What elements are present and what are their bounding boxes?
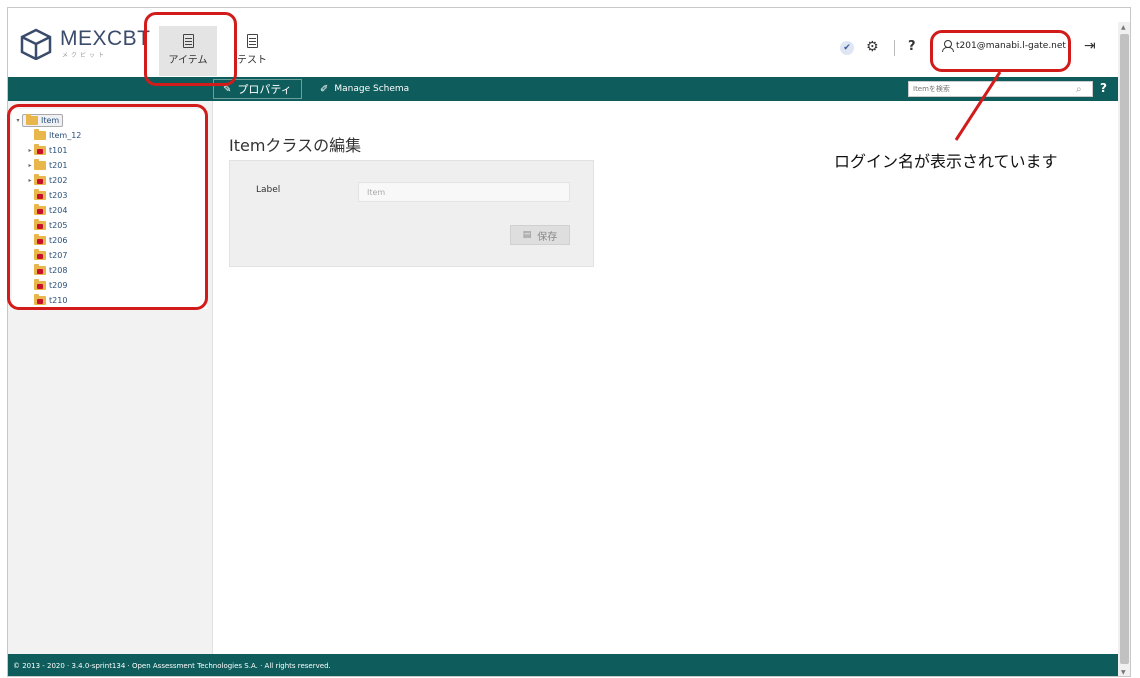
search-help-icon[interactable]: ? <box>1100 81 1107 95</box>
page-title: Itemクラスの編集 <box>229 136 362 155</box>
check-icon[interactable]: ✔ <box>840 41 854 55</box>
save-disk-icon: ▤ <box>522 230 532 240</box>
scroll-down-icon[interactable]: ▼ <box>1121 669 1126 676</box>
annotation-arrow <box>954 71 1002 141</box>
properties-label: プロパティ <box>237 83 292 96</box>
nav-tests-label: テスト <box>237 55 267 66</box>
logout-icon[interactable]: ⇥ <box>1084 38 1096 54</box>
label-field-label: Label <box>256 185 281 195</box>
gears-icon[interactable]: ⚙ <box>866 39 879 55</box>
scroll-thumb[interactable] <box>1120 34 1129 664</box>
annotation-note: ログイン名が表示されています <box>834 152 1058 171</box>
save-button[interactable]: ▤ 保存 <box>510 225 570 245</box>
help-icon[interactable]: ? <box>908 39 916 54</box>
logo-cube-icon <box>20 28 52 60</box>
edit-form: Label ▤ 保存 <box>229 160 594 267</box>
header-divider <box>894 40 895 56</box>
annotation-tree-highlight <box>7 104 208 310</box>
annotation-user-highlight <box>930 30 1071 72</box>
brand-name: MEXCBT <box>60 27 151 50</box>
manage-schema-tab[interactable]: ✐ Manage Schema <box>320 79 409 99</box>
brand-subtitle: メクビット <box>62 52 108 59</box>
search-icon[interactable]: ⌕ <box>1076 84 1082 95</box>
footer: © 2013 - 2020 · 3.4.0-sprint134 · Open A… <box>8 654 1130 676</box>
scroll-up-icon[interactable]: ▲ <box>1121 24 1126 31</box>
test-book-icon <box>246 34 258 48</box>
vertical-scrollbar[interactable]: ▲ ▼ <box>1118 22 1130 676</box>
label-field[interactable] <box>358 182 570 202</box>
edit-icon: ✐ <box>320 83 329 95</box>
save-label: 保存 <box>537 231 558 243</box>
logo[interactable]: MEXCBT メクビット <box>18 28 151 60</box>
annotation-nav-highlight <box>144 12 237 86</box>
manage-schema-label: Manage Schema <box>334 84 410 94</box>
